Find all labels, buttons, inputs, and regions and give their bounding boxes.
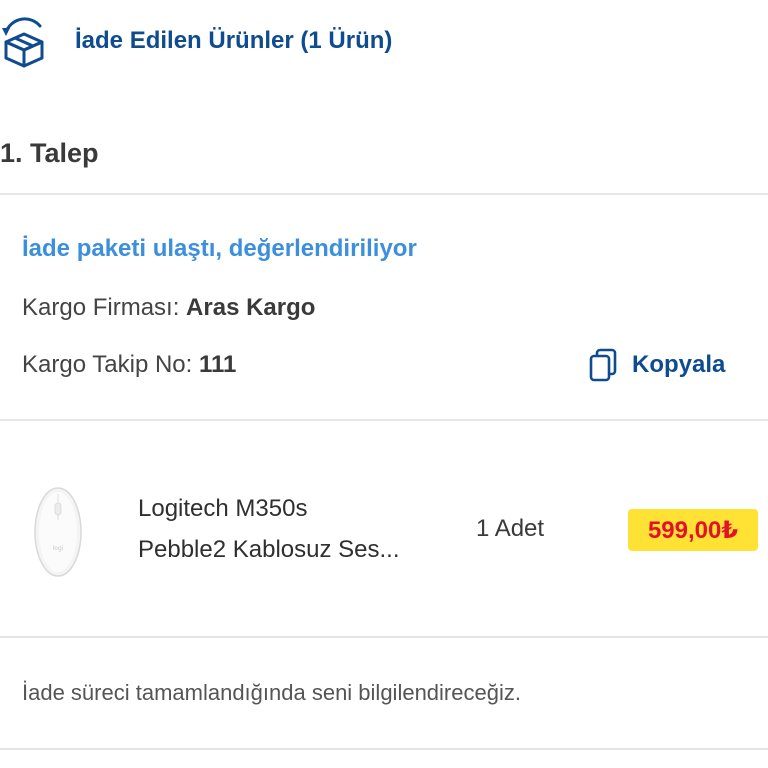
tracking-label: Kargo Takip No:	[22, 351, 199, 378]
divider	[0, 193, 768, 195]
returned-products-header[interactable]: İade Edilen Ürünler (1 Ürün)	[0, 0, 768, 86]
divider	[0, 419, 768, 421]
divider	[0, 636, 768, 638]
request-title: 1. Talep	[0, 138, 99, 168]
svg-text:logi: logi	[53, 545, 64, 552]
divider	[0, 748, 768, 750]
product-quantity: 1 Adet	[476, 515, 545, 542]
copy-icon	[589, 348, 617, 382]
price-badge: 599,00₺	[628, 509, 758, 551]
tracking-row: Kargo Takip No: 111	[22, 351, 236, 379]
return-info-note: İade süreci tamamlandığında seni bilgile…	[22, 680, 521, 705]
product-name-line-1: Logitech M350s	[138, 495, 308, 522]
return-box-icon	[2, 17, 44, 68]
product-price: 599,00₺	[647, 516, 739, 544]
return-status-text: İade paketi ulaştı, değerlendiriliyor	[22, 235, 417, 262]
copy-button-label: Kopyala	[632, 351, 726, 378]
carrier-row: Kargo Firması: Aras Kargo	[22, 294, 315, 322]
copy-tracking-button[interactable]: Kopyala	[588, 345, 725, 385]
mouse-product-image[interactable]: logi	[30, 486, 86, 578]
product-name[interactable]: Logitech M350s Pebble2 Kablosuz Ses...	[138, 488, 438, 570]
carrier-label: Kargo Firması:	[22, 294, 187, 321]
returned-products-page: İade Edilen Ürünler (1 Ürün) 1. Talep İa…	[0, 0, 768, 768]
carrier-value: Aras Kargo	[186, 294, 316, 321]
tracking-number: 111	[199, 351, 237, 378]
page-title: İade Edilen Ürünler (1 Ürün)	[75, 27, 393, 54]
product-name-line-2: Pebble2 Kablosuz Ses...	[138, 536, 400, 563]
